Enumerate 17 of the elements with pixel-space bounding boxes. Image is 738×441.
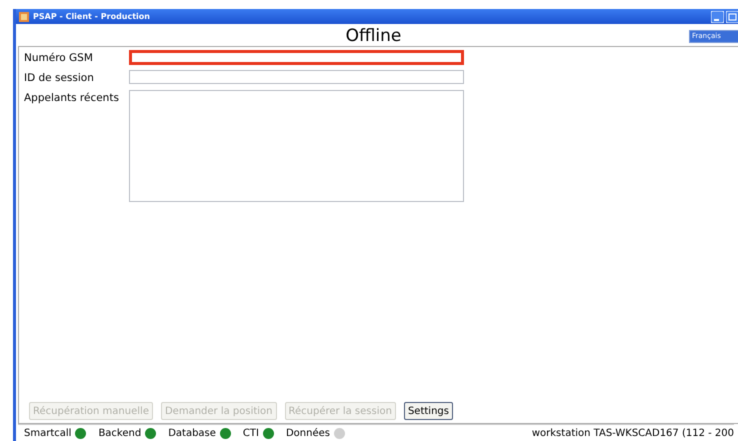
field-label: Appelants récents [24, 91, 120, 106]
status-label: Database [168, 428, 216, 438]
input-field[interactable] [129, 70, 464, 84]
field-label: ID de session [24, 71, 95, 86]
minimize-button[interactable] [711, 10, 724, 22]
field-label: Numéro GSM [24, 51, 94, 66]
status-label: CTI [242, 428, 259, 438]
status-label: Données [286, 428, 330, 438]
status-label: Backend [98, 428, 142, 438]
app-icon [19, 12, 29, 22]
action-button[interactable]: Settings [404, 402, 453, 420]
maximize-button[interactable] [726, 10, 738, 22]
status-heading: Offline [344, 26, 402, 46]
input-field[interactable] [129, 50, 464, 65]
status-label: Smartcall [24, 428, 72, 438]
window-title: PSAP - Client - Production [33, 12, 150, 21]
workstation-label: workstation TAS-WKSCAD167 (112 - 200 [532, 428, 734, 438]
